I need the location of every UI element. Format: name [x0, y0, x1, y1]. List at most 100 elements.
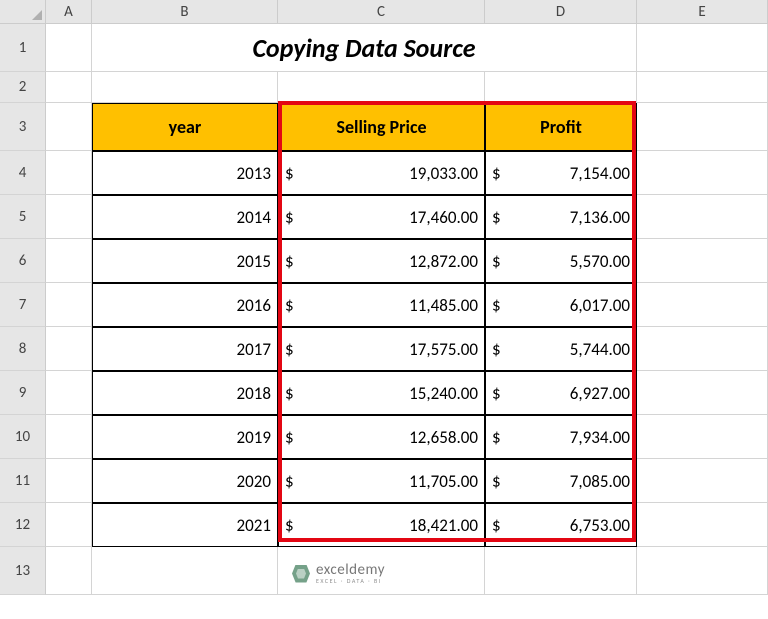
amount: 7,085.00 — [570, 471, 630, 492]
cell-a12[interactable] — [46, 503, 92, 547]
amount: 11,705.00 — [409, 471, 478, 492]
cell-a13[interactable] — [46, 547, 92, 595]
cell-selling-2017[interactable]: $17,575.00 — [278, 327, 485, 371]
currency-symbol: $ — [492, 163, 501, 184]
cell-a1[interactable] — [46, 24, 92, 72]
row-header-1[interactable]: 1 — [0, 24, 46, 72]
currency-symbol: $ — [285, 295, 294, 316]
cell-a2[interactable] — [46, 72, 92, 103]
cell-year-2016[interactable]: 2016 — [92, 283, 278, 327]
cell-selling-2019[interactable]: $12,658.00 — [278, 415, 485, 459]
cell-profit-2021[interactable]: $6,753.00 — [485, 503, 637, 547]
cell-b2[interactable] — [92, 72, 278, 103]
cell-year-2013[interactable]: 2013 — [92, 151, 278, 195]
amount: 12,658.00 — [409, 427, 478, 448]
cell-selling-2014[interactable]: $17,460.00 — [278, 195, 485, 239]
header-year[interactable]: year — [92, 103, 278, 151]
currency-symbol: $ — [285, 339, 294, 360]
cell-selling-2020[interactable]: $11,705.00 — [278, 459, 485, 503]
cell-profit-2019[interactable]: $7,934.00 — [485, 415, 637, 459]
cell-e6[interactable] — [637, 239, 768, 283]
col-header-d[interactable]: D — [485, 0, 637, 24]
cell-a11[interactable] — [46, 459, 92, 503]
cell-profit-2013[interactable]: $7,154.00 — [485, 151, 637, 195]
title-cell[interactable]: Copying Data Source — [92, 24, 637, 72]
cell-c2[interactable] — [278, 72, 485, 103]
header-profit[interactable]: Profit — [485, 103, 637, 151]
amount: 6,927.00 — [570, 383, 630, 404]
amount: 12,872.00 — [409, 251, 478, 272]
cell-e9[interactable] — [637, 371, 768, 415]
cell-e5[interactable] — [637, 195, 768, 239]
row-header-4[interactable]: 4 — [0, 151, 46, 195]
cell-profit-2014[interactable]: $7,136.00 — [485, 195, 637, 239]
cell-year-2018[interactable]: 2018 — [92, 371, 278, 415]
amount: 11,485.00 — [409, 295, 478, 316]
cell-profit-2016[interactable]: $6,017.00 — [485, 283, 637, 327]
cell-selling-2015[interactable]: $12,872.00 — [278, 239, 485, 283]
amount: 19,033.00 — [409, 163, 478, 184]
cell-selling-2016[interactable]: $11,485.00 — [278, 283, 485, 327]
cell-year-2015[interactable]: 2015 — [92, 239, 278, 283]
cell-b13[interactable] — [92, 547, 278, 595]
cell-year-2019[interactable]: 2019 — [92, 415, 278, 459]
cell-profit-2015[interactable]: $5,570.00 — [485, 239, 637, 283]
cell-selling-2018[interactable]: $15,240.00 — [278, 371, 485, 415]
cell-profit-2020[interactable]: $7,085.00 — [485, 459, 637, 503]
cell-e11[interactable] — [637, 459, 768, 503]
row-header-8[interactable]: 8 — [0, 327, 46, 371]
col-header-e[interactable]: E — [637, 0, 768, 24]
cell-a7[interactable] — [46, 283, 92, 327]
currency-symbol: $ — [285, 515, 294, 536]
cell-e3[interactable] — [637, 103, 768, 151]
currency-symbol: $ — [285, 427, 294, 448]
col-header-b[interactable]: B — [92, 0, 278, 24]
row-header-6[interactable]: 6 — [0, 239, 46, 283]
cell-e2[interactable] — [637, 72, 768, 103]
cell-e4[interactable] — [637, 151, 768, 195]
cell-a4[interactable] — [46, 151, 92, 195]
currency-symbol: $ — [285, 471, 294, 492]
row-header-2[interactable]: 2 — [0, 72, 46, 103]
cell-selling-2013[interactable]: $19,033.00 — [278, 151, 485, 195]
row-header-11[interactable]: 11 — [0, 459, 46, 503]
cell-a10[interactable] — [46, 415, 92, 459]
cell-year-2021[interactable]: 2021 — [92, 503, 278, 547]
cell-profit-2017[interactable]: $5,744.00 — [485, 327, 637, 371]
watermark-main: exceldemy — [316, 563, 385, 578]
cell-year-2020[interactable]: 2020 — [92, 459, 278, 503]
currency-symbol: $ — [285, 207, 294, 228]
row-header-3[interactable]: 3 — [0, 103, 46, 151]
cell-e7[interactable] — [637, 283, 768, 327]
header-selling-price[interactable]: Selling Price — [278, 103, 485, 151]
row-header-9[interactable]: 9 — [0, 371, 46, 415]
cell-a6[interactable] — [46, 239, 92, 283]
cell-e10[interactable] — [637, 415, 768, 459]
amount: 15,240.00 — [409, 383, 478, 404]
cell-d13[interactable] — [485, 547, 637, 595]
col-header-c[interactable]: C — [278, 0, 485, 24]
cell-year-2017[interactable]: 2017 — [92, 327, 278, 371]
row-header-12[interactable]: 12 — [0, 503, 46, 547]
amount: 5,570.00 — [570, 251, 630, 272]
row-header-10[interactable]: 10 — [0, 415, 46, 459]
row-header-7[interactable]: 7 — [0, 283, 46, 327]
cell-a3[interactable] — [46, 103, 92, 151]
row-header-5[interactable]: 5 — [0, 195, 46, 239]
cell-year-2014[interactable]: 2014 — [92, 195, 278, 239]
cell-e13[interactable] — [637, 547, 768, 595]
cell-e8[interactable] — [637, 327, 768, 371]
cell-e1[interactable] — [637, 24, 768, 72]
cell-d2[interactable] — [485, 72, 637, 103]
col-header-a[interactable]: A — [46, 0, 92, 24]
currency-symbol: $ — [285, 383, 294, 404]
select-all-corner[interactable] — [0, 0, 46, 24]
cell-a9[interactable] — [46, 371, 92, 415]
amount: 7,934.00 — [570, 427, 630, 448]
cell-a5[interactable] — [46, 195, 92, 239]
cell-a8[interactable] — [46, 327, 92, 371]
cell-e12[interactable] — [637, 503, 768, 547]
cell-profit-2018[interactable]: $6,927.00 — [485, 371, 637, 415]
row-header-13[interactable]: 13 — [0, 547, 46, 595]
cell-selling-2021[interactable]: $18,421.00 — [278, 503, 485, 547]
